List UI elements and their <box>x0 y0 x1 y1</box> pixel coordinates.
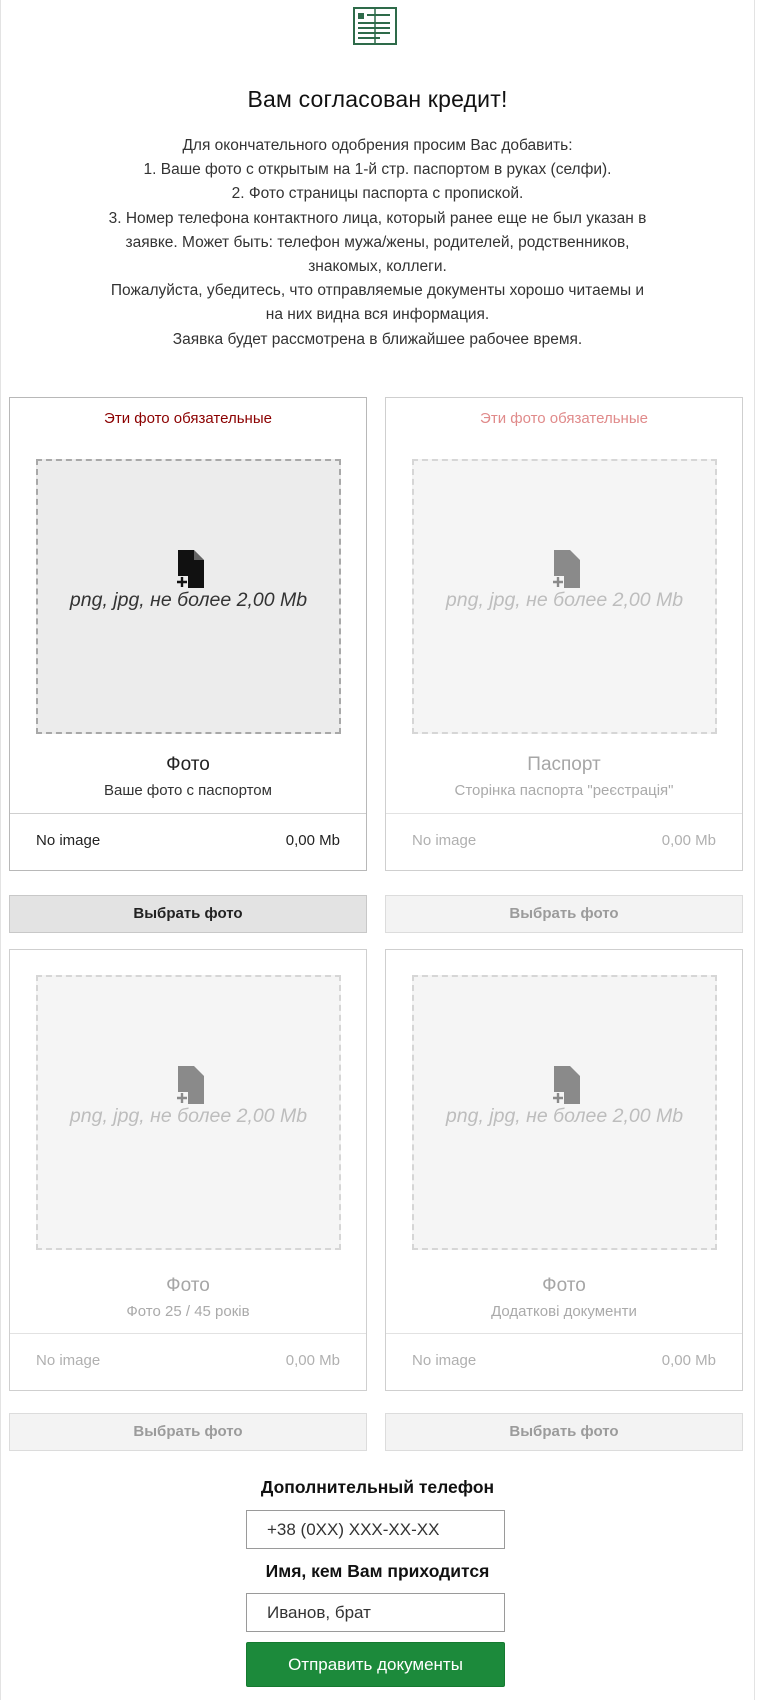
upload-card-additional-docs: png, jpg, не более 2,00 Mb Фото Додатков… <box>385 949 743 1391</box>
file-info: No image 0,00 Mb <box>386 813 742 871</box>
file-info: No image 0,00 Mb <box>10 813 366 871</box>
required-label: Эти фото обязательные <box>480 410 648 427</box>
upload-title: Фото <box>166 754 210 775</box>
upload-card-passport: Эти фото обязательные png, jpg, не более… <box>385 397 743 871</box>
file-size: 0,00 Mb <box>661 1352 716 1369</box>
file-size: 0,00 Mb <box>285 832 340 849</box>
instruction-line: 3. Номер телефона контактного лица, кото… <box>108 209 647 227</box>
relation-label: Имя, кем Вам приходится <box>265 1561 490 1581</box>
file-add-icon <box>552 1066 580 1104</box>
file-add-icon <box>176 550 204 588</box>
instruction-line: знакомых, коллеги. <box>308 258 447 276</box>
instruction-line: Пожалуйста, убедитесь, что отправляемые … <box>110 282 645 300</box>
choose-photo-button[interactable]: Выбрать фото <box>9 895 367 933</box>
choose-photo-button[interactable]: Выбрать фото <box>385 895 743 933</box>
file-add-icon <box>552 550 580 588</box>
upload-title: Паспорт <box>527 754 601 775</box>
upload-subtitle: Додаткові документи <box>491 1303 637 1320</box>
file-name: No image <box>412 832 477 849</box>
file-size: 0,00 Mb <box>285 1352 340 1369</box>
upload-subtitle: Ваше фото с паспортом <box>104 782 272 799</box>
upload-hint: png, jpg, не более 2,00 Mb <box>69 1105 308 1127</box>
file-size: 0,00 Mb <box>661 832 716 849</box>
upload-card-age-photo: png, jpg, не более 2,00 Mb Фото Фото 25 … <box>9 949 367 1391</box>
file-name: No image <box>36 832 101 849</box>
upload-hint: png, jpg, не более 2,00 Mb <box>445 1105 684 1127</box>
choose-photo-button[interactable]: Выбрать фото <box>9 1413 367 1451</box>
required-label: Эти фото обязательные <box>104 410 272 427</box>
file-name: No image <box>36 1352 101 1369</box>
file-add-icon <box>176 1066 204 1104</box>
instruction-line: Для окончательного одобрения просим Вас … <box>182 137 573 154</box>
upload-dropzone[interactable]: png, jpg, не более 2,00 Mb <box>36 975 341 1250</box>
upload-card-selfie: Эти фото обязательные png, jpg, не более… <box>9 397 367 871</box>
upload-subtitle: Сторінка паспорта "реєстрація" <box>454 782 674 799</box>
upload-title: Фото <box>542 1275 586 1296</box>
file-name: No image <box>412 1352 477 1369</box>
instruction-line: 1. Ваше фото с открытым на 1-й стр. пасп… <box>143 161 612 179</box>
upload-hint: png, jpg, не более 2,00 Mb <box>445 589 684 611</box>
instruction-line: заявке. Может быть: телефон мужа/жены, р… <box>125 233 630 251</box>
upload-dropzone[interactable]: png, jpg, не более 2,00 Mb <box>36 459 341 734</box>
upload-hint: png, jpg, не более 2,00 Mb <box>69 589 308 611</box>
upload-dropzone[interactable]: png, jpg, не более 2,00 Mb <box>412 459 717 734</box>
page-title: Вам согласован кредит! <box>247 86 508 112</box>
instruction-line: Заявка будет рассмотрена в ближайшее раб… <box>172 330 583 348</box>
upload-dropzone[interactable]: png, jpg, не более 2,00 Mb <box>412 975 717 1250</box>
upload-title: Фото <box>166 1275 210 1296</box>
file-info: No image 0,00 Mb <box>10 1333 366 1391</box>
phone-label: Дополнительный телефон <box>260 1477 495 1497</box>
instruction-line: на них видна вся информация. <box>265 306 490 324</box>
choose-photo-button[interactable]: Выбрать фото <box>385 1413 743 1451</box>
file-info: No image 0,00 Mb <box>386 1333 742 1391</box>
submit-documents-button[interactable]: Отправить документы <box>246 1642 505 1687</box>
document-list-icon <box>353 7 397 45</box>
instruction-line: 2. Фото страницы паспорта с пропиской. <box>231 185 524 203</box>
instructions-text: Для окончательного одобрения просим Вас … <box>90 134 665 352</box>
upload-subtitle: Фото 25 / 45 років <box>126 1303 250 1320</box>
phone-input[interactable] <box>246 1510 505 1549</box>
relation-input[interactable] <box>246 1593 505 1632</box>
